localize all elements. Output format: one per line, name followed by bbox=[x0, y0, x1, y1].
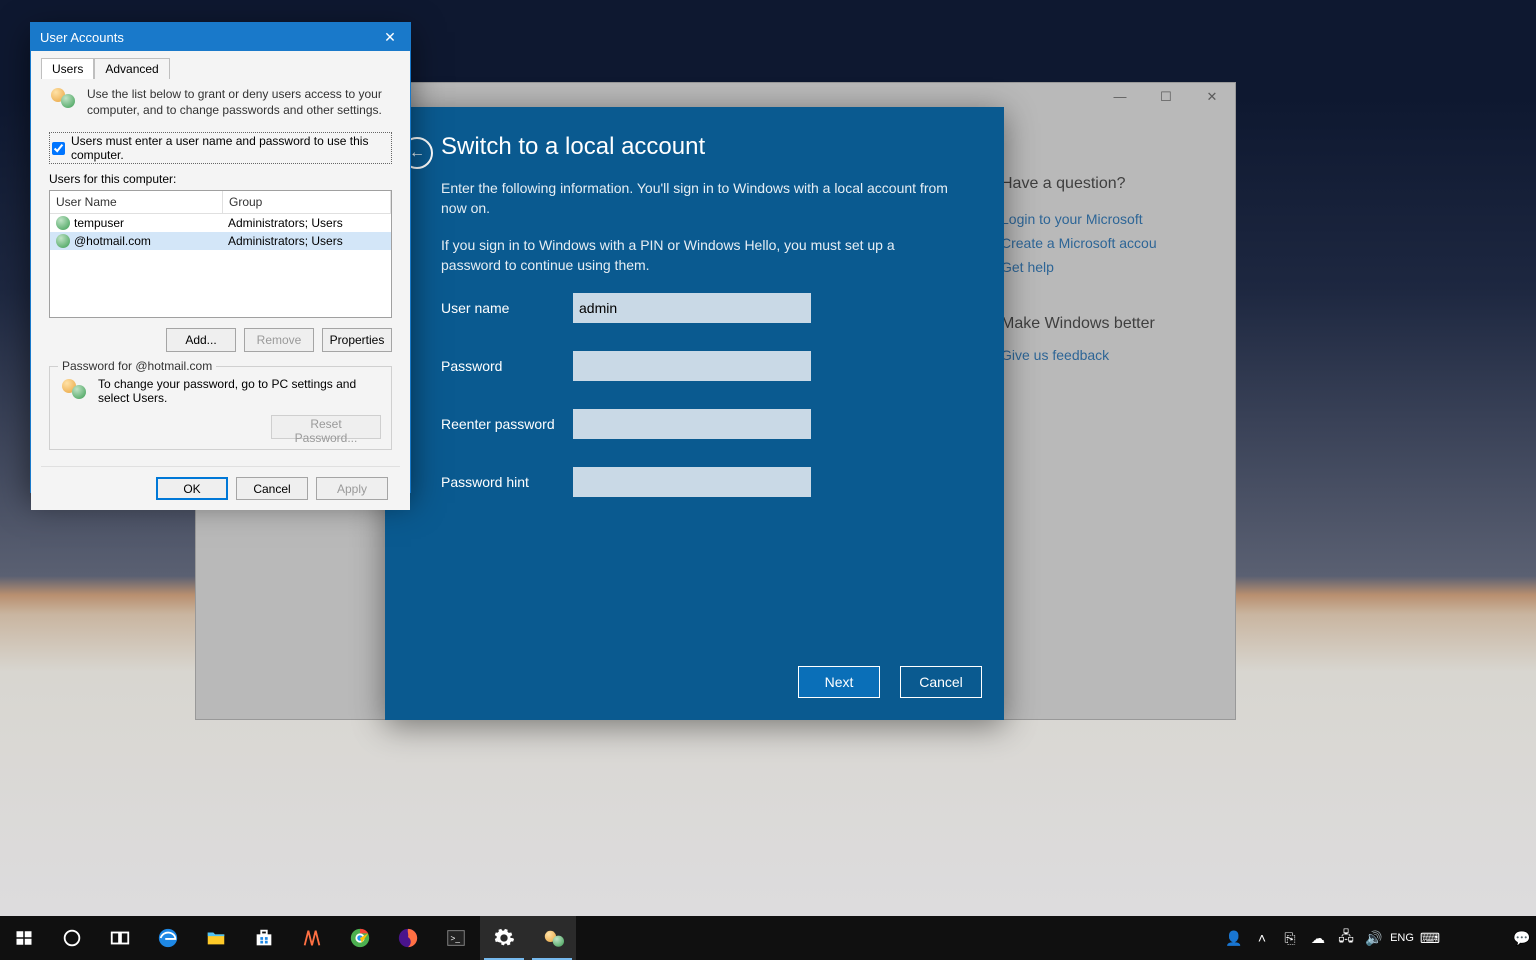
ua-row-username: tempuser bbox=[74, 216, 124, 230]
password-hint-label: Password hint bbox=[441, 474, 573, 490]
taskbar-app-store[interactable] bbox=[240, 916, 288, 960]
tray-people-icon[interactable]: 👤 bbox=[1220, 916, 1248, 960]
reenter-password-input[interactable] bbox=[573, 409, 811, 439]
ua-tabs: Users Advanced bbox=[41, 57, 400, 78]
password-input[interactable] bbox=[573, 351, 811, 381]
ua-tab-advanced[interactable]: Advanced bbox=[94, 58, 169, 79]
user-row-icon bbox=[56, 234, 70, 248]
taskbar: >_ 👤 ˄ ⎘ ☁ 🖧 🔊 ENG ⌨ 💬 bbox=[0, 916, 1536, 960]
ua-intro-text: Use the list below to grant or deny user… bbox=[87, 86, 392, 118]
ua-require-login-checkbox[interactable]: Users must enter a user name and passwor… bbox=[49, 132, 392, 164]
switch-local-account-wizard: ← Switch to a local account Enter the fo… bbox=[385, 107, 1004, 720]
ua-remove-button[interactable]: Remove bbox=[244, 328, 314, 352]
users-icon bbox=[49, 86, 77, 114]
tray-language-icon[interactable]: ENG bbox=[1388, 916, 1416, 960]
tray-onedrive-icon[interactable]: ☁ bbox=[1304, 916, 1332, 960]
ua-row-group: Administrators; Users bbox=[222, 232, 391, 250]
ua-apply-button[interactable]: Apply bbox=[316, 477, 388, 500]
taskbar-app-terminal[interactable]: >_ bbox=[432, 916, 480, 960]
ua-list-header: User Name Group bbox=[50, 191, 391, 214]
ua-row-group: Administrators; Users bbox=[222, 214, 391, 232]
chrome-icon bbox=[349, 927, 371, 949]
taskbar-app-firefox[interactable] bbox=[384, 916, 432, 960]
wizard-title: Switch to a local account bbox=[441, 133, 948, 161]
folder-icon bbox=[205, 927, 227, 949]
wizard-intro: Enter the following information. You'll … bbox=[441, 179, 948, 218]
app-icon bbox=[301, 927, 323, 949]
cortana-circle-icon bbox=[61, 927, 83, 949]
ua-users-label: Users for this computer: bbox=[49, 172, 392, 186]
taskbar-app-chrome[interactable] bbox=[336, 916, 384, 960]
task-view-icon bbox=[109, 927, 131, 949]
ua-add-button[interactable]: Add... bbox=[166, 328, 236, 352]
wizard-pin-note: If you sign in to Windows with a PIN or … bbox=[441, 236, 948, 275]
password-hint-input[interactable] bbox=[573, 467, 811, 497]
tray-usb-icon[interactable]: ⎘ bbox=[1276, 916, 1304, 960]
ua-cancel-button[interactable]: Cancel bbox=[236, 477, 308, 500]
taskbar-app-netplwiz[interactable] bbox=[528, 916, 576, 960]
firefox-icon bbox=[397, 927, 419, 949]
users-icon bbox=[543, 929, 561, 947]
taskbar-app-settings[interactable] bbox=[480, 916, 528, 960]
tray-action-center-icon[interactable]: 💬 bbox=[1508, 916, 1536, 960]
ua-properties-button[interactable]: Properties bbox=[322, 328, 392, 352]
taskbar-app-explorer[interactable] bbox=[192, 916, 240, 960]
tray-clock[interactable] bbox=[1444, 916, 1508, 960]
close-icon: ✕ bbox=[384, 29, 396, 46]
user-accounts-dialog: User Accounts ✕ Users Advanced Use the l… bbox=[30, 22, 411, 493]
reenter-password-label: Reenter password bbox=[441, 416, 573, 432]
wizard-next-button[interactable]: Next bbox=[798, 666, 880, 698]
tray-keyboard-icon[interactable]: ⌨ bbox=[1416, 916, 1444, 960]
back-arrow-icon: ← bbox=[409, 144, 425, 162]
ua-users-list[interactable]: User Name Group tempuser bbox=[49, 190, 392, 318]
user-row-icon bbox=[56, 216, 70, 230]
ua-col-user[interactable]: User Name bbox=[50, 191, 223, 214]
ua-user-row[interactable]: @hotmail.com Administrators; Users bbox=[50, 232, 391, 250]
ua-reset-password-button[interactable]: Reset Password... bbox=[271, 415, 381, 439]
ua-col-group[interactable]: Group bbox=[223, 191, 391, 214]
ua-title: User Accounts bbox=[40, 30, 124, 45]
gear-icon bbox=[493, 927, 515, 949]
taskbar-app-generic1[interactable] bbox=[288, 916, 336, 960]
username-input[interactable] bbox=[573, 293, 811, 323]
ua-require-login-input[interactable] bbox=[52, 142, 65, 155]
password-label: Password bbox=[441, 358, 573, 374]
tray-network-icon[interactable]: 🖧 bbox=[1332, 916, 1360, 960]
username-label: User name bbox=[441, 300, 573, 316]
ua-password-groupbox: Password for @hotmail.com To change your… bbox=[49, 366, 392, 450]
cortana-button[interactable] bbox=[48, 916, 96, 960]
svg-text:>_: >_ bbox=[451, 934, 461, 943]
ua-tab-users[interactable]: Users bbox=[41, 58, 94, 79]
ua-user-row[interactable]: tempuser Administrators; Users bbox=[50, 214, 391, 232]
ua-password-text: To change your password, go to PC settin… bbox=[98, 377, 381, 405]
windows-logo-icon bbox=[13, 927, 35, 949]
ua-tabpage-users: Use the list below to grant or deny user… bbox=[41, 78, 400, 460]
tray-overflow-chevron-icon[interactable]: ˄ bbox=[1248, 916, 1276, 960]
taskbar-app-edge[interactable] bbox=[144, 916, 192, 960]
ua-require-login-label: Users must enter a user name and passwor… bbox=[71, 134, 389, 162]
wizard-cancel-button[interactable]: Cancel bbox=[900, 666, 982, 698]
key-user-icon bbox=[60, 377, 88, 405]
desktop-wallpaper: — ☐ ✕ ⥀ Sync your settings Have a questi… bbox=[0, 0, 1536, 960]
ua-password-legend: Password for @hotmail.com bbox=[58, 359, 216, 373]
tray-volume-icon[interactable]: 🔊 bbox=[1360, 916, 1388, 960]
system-tray: 👤 ˄ ⎘ ☁ 🖧 🔊 ENG ⌨ 💬 bbox=[1220, 916, 1536, 960]
ua-close-button[interactable]: ✕ bbox=[370, 23, 410, 51]
ua-intro: Use the list below to grant or deny user… bbox=[49, 86, 392, 118]
store-icon bbox=[253, 927, 275, 949]
start-button[interactable] bbox=[0, 916, 48, 960]
ua-ok-button[interactable]: OK bbox=[156, 477, 228, 500]
ua-titlebar[interactable]: User Accounts ✕ bbox=[31, 23, 410, 51]
edge-icon bbox=[157, 927, 179, 949]
terminal-icon: >_ bbox=[445, 927, 467, 949]
task-view-button[interactable] bbox=[96, 916, 144, 960]
ua-row-username: @hotmail.com bbox=[74, 234, 151, 248]
